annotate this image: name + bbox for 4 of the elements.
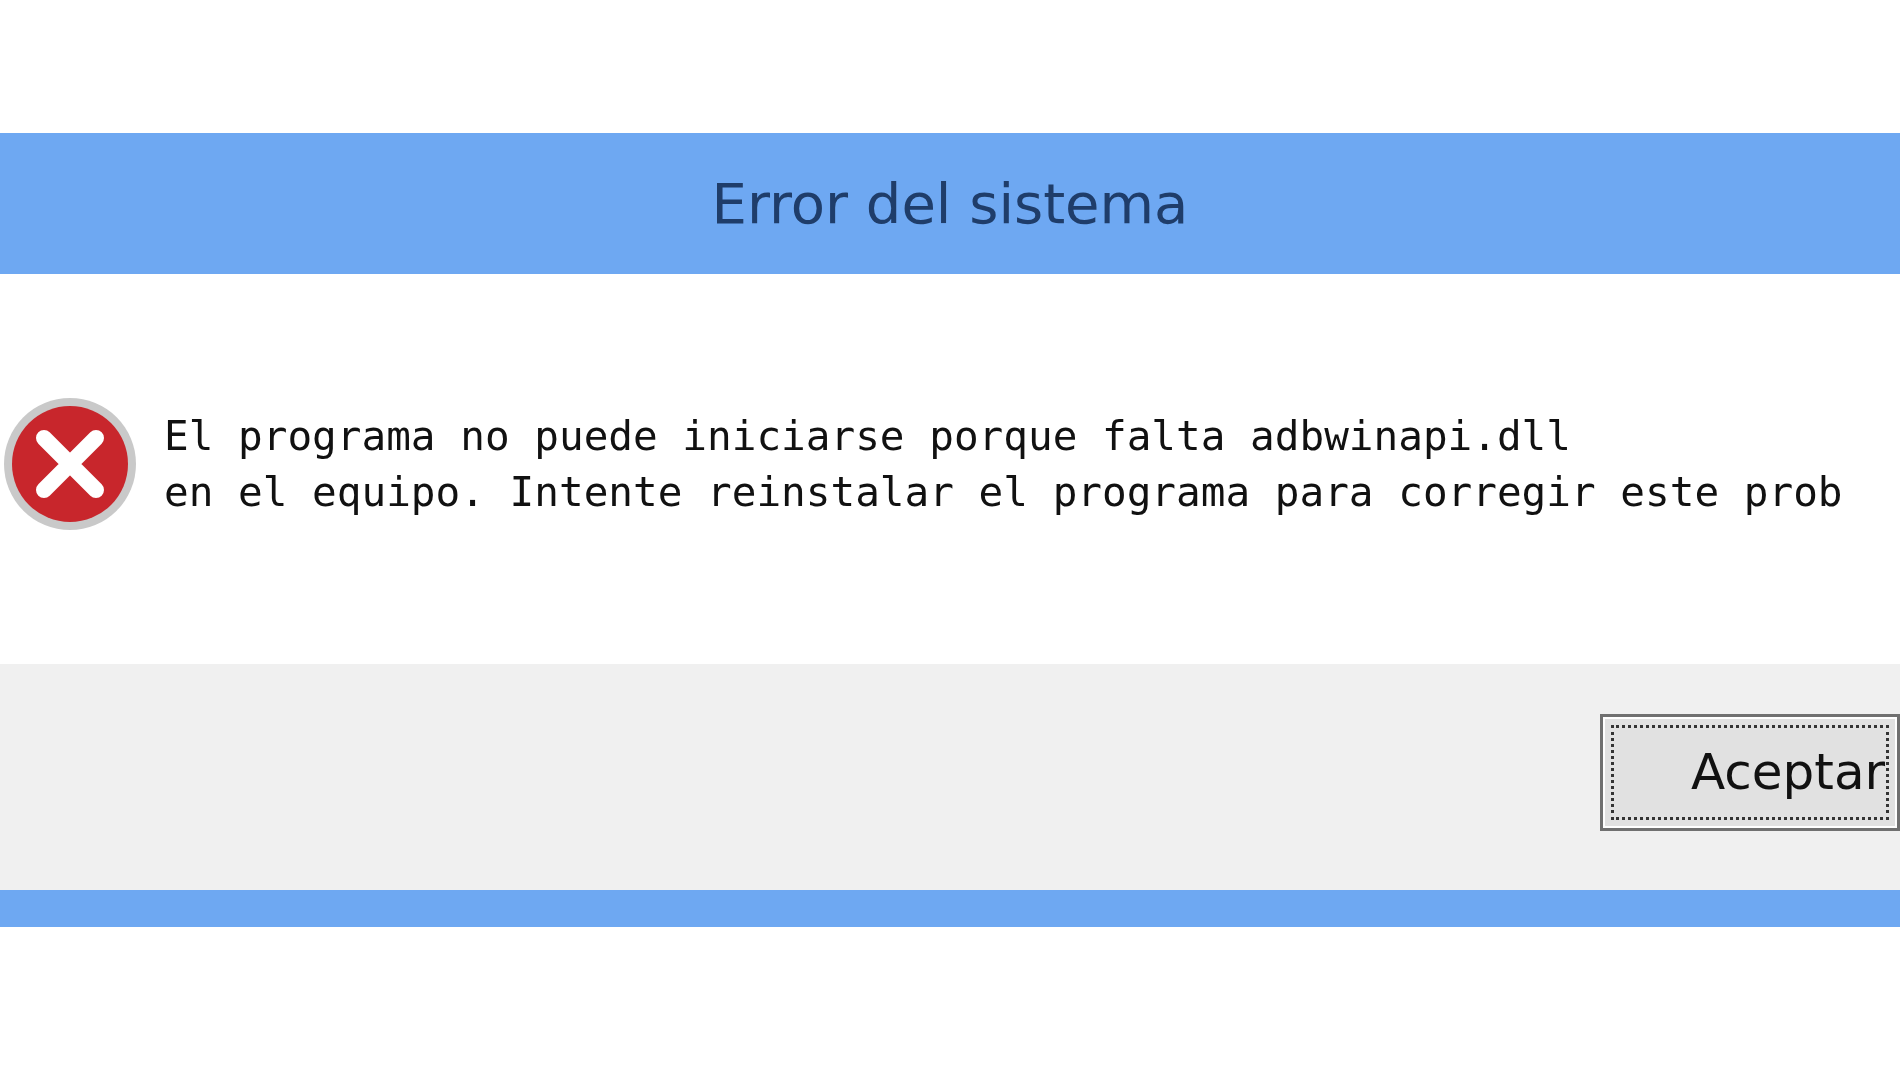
window-title: Error del sistema (711, 171, 1189, 236)
ok-button[interactable]: Aceptar (1600, 713, 1900, 831)
message-text: El programa no puede iniciarse porque falta adbwinapi.dll (164, 412, 1572, 460)
message-text: en el equipo. Intente reinstalar el programa para corregir este prob (164, 468, 1843, 516)
